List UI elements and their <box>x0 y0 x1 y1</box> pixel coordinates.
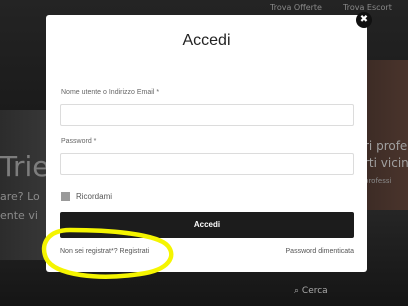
password-field[interactable] <box>60 153 354 175</box>
search-button[interactable]: ⌕ Cerca <box>294 286 328 296</box>
remember-label: Ricordami <box>76 192 113 201</box>
hero-text: are? Lo <box>0 190 40 203</box>
hero-text: ente vi <box>0 209 38 222</box>
hero-right-text: rti vicin <box>364 156 408 170</box>
nav-link[interactable]: Trova Escort <box>343 3 392 12</box>
hero-right-text: ri profe <box>364 139 408 153</box>
username-field[interactable] <box>60 104 354 126</box>
highlight-stroke <box>41 227 174 279</box>
hero-right-small: professi <box>364 177 392 185</box>
search-label: Cerca <box>301 286 328 296</box>
modal-title: Accedi <box>182 32 231 49</box>
password-label: Password * <box>61 138 97 145</box>
username-label: Nome utente o Indirizzo Email * <box>61 89 160 96</box>
nav-link[interactable]: Trova Offerte <box>270 3 322 12</box>
remember-checkbox[interactable] <box>61 192 70 201</box>
forgot-password-link[interactable]: Password dimenticata <box>286 248 354 255</box>
hero-heading: Trie <box>0 150 50 183</box>
close-icon[interactable]: ✖ <box>356 12 372 28</box>
highlight-annotation <box>41 227 174 279</box>
